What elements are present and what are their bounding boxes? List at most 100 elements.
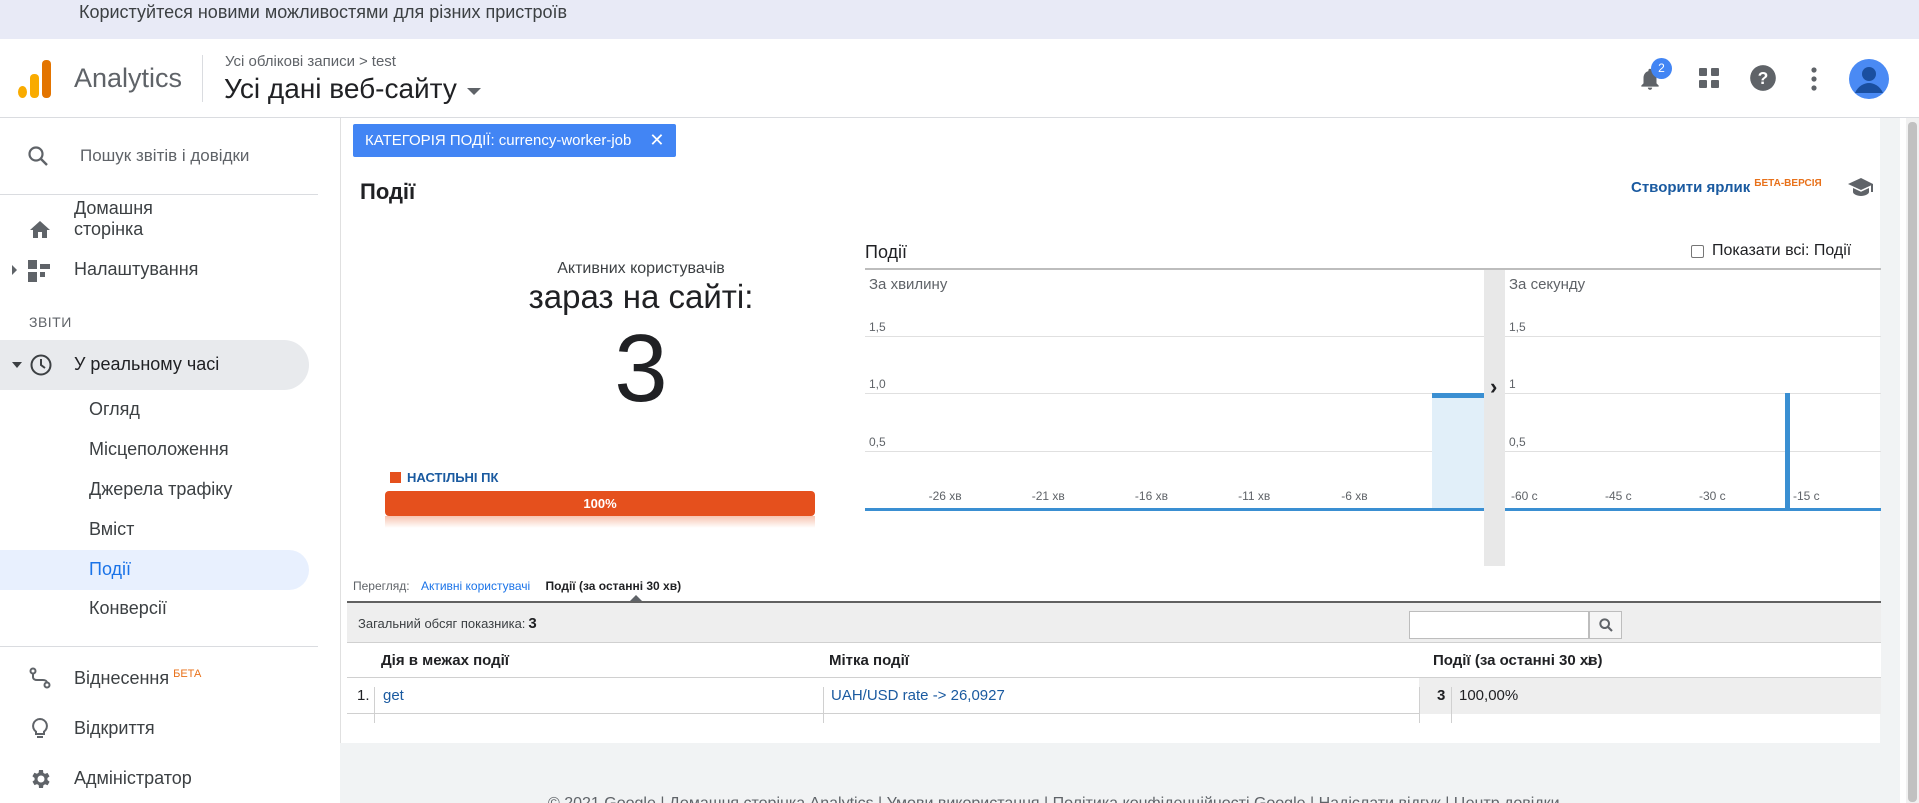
close-icon[interactable]: ✕ — [649, 130, 664, 151]
column-header-label[interactable]: Мітка події — [829, 652, 909, 669]
x-tick-label: -6 хв — [1341, 489, 1368, 503]
apps-grid-icon[interactable] — [1697, 66, 1721, 90]
graduation-cap-icon[interactable] — [1847, 176, 1875, 203]
search-icon — [1598, 617, 1614, 638]
cell-separator — [1451, 687, 1452, 723]
per-minute-label: За хвилину — [869, 276, 948, 293]
banner-text: Користуйтеся новими можливостями для різ… — [79, 2, 568, 22]
column-header-action[interactable]: Дія в межах події — [381, 652, 509, 669]
sidebar: Пошук звітів і довідки Домашня сторінка … — [0, 118, 318, 803]
sidebar-item-home[interactable]: Домашня сторінка — [0, 198, 310, 262]
avatar[interactable] — [1849, 59, 1889, 99]
per-second-chart: За секунду 1,5 1 0,5 -60 с -45 с -30 с -15 с — [1505, 270, 1881, 566]
device-legend: НАСТІЛЬНІ ПК — [390, 470, 498, 485]
sidebar-item-realtime[interactable]: У реальному часі — [0, 340, 309, 390]
y-tick-label: 0,5 — [869, 434, 886, 449]
x-tick-label: -45 с — [1605, 489, 1632, 503]
table-search-button[interactable] — [1589, 611, 1622, 639]
property-selector[interactable]: Усі дані веб-сайту — [224, 73, 481, 105]
main-area: КАТЕГОРІЯ ПОДІЇ: currency-worker-job ✕ П… — [340, 118, 1900, 803]
table-total-row: Загальний обсяг показника: 3 — [347, 601, 1881, 643]
page-title: Події — [360, 179, 416, 204]
more-vert-icon[interactable] — [1804, 66, 1824, 92]
x-tick-label: -21 хв — [1031, 489, 1065, 503]
x-tick-label: -16 хв — [1134, 489, 1168, 503]
scrollbar-thumb[interactable] — [1908, 122, 1917, 802]
sidebar-subitem-conversions[interactable]: Конверсії — [89, 598, 167, 619]
promo-banner[interactable]: Користуйтеся новими можливостями для різ… — [0, 0, 1919, 39]
breadcrumb[interactable]: Усі облікові записи > test — [225, 53, 396, 70]
sidebar-item-discover-label: Відкриття — [74, 718, 155, 738]
sidebar-item-discover[interactable]: Відкриття — [0, 712, 310, 748]
view-option-events[interactable]: Події (за останні 30 хв) — [546, 579, 682, 593]
chart-baseline — [1505, 508, 1881, 511]
total-value: 3 — [528, 615, 537, 632]
sidebar-subitem-traffic-sources[interactable]: Джерела трафіку — [89, 479, 232, 500]
active-users-label: Активних користувачів — [557, 260, 725, 277]
y-tick-label: 0,5 — [1509, 434, 1526, 449]
reports-section-label: ЗВІТИ — [29, 314, 72, 330]
gridline — [865, 393, 1484, 394]
help-icon[interactable]: ? — [1749, 64, 1777, 92]
beta-badge: БЕТА — [173, 668, 202, 680]
sidebar-item-attribution[interactable]: Віднесення БЕТА — [0, 662, 310, 698]
analytics-logo-icon[interactable] — [18, 60, 52, 98]
sidebar-item-admin[interactable]: Адміністратор — [0, 762, 310, 798]
total-label: Загальний обсяг показника: — [358, 616, 526, 631]
logo-divider — [202, 55, 203, 102]
view-switcher: Перегляд: Активні користувачі Події (за … — [353, 579, 681, 593]
footer-text[interactable]: © 2021 Google | Домашня сторінка Analyti… — [548, 795, 1560, 803]
cell-separator — [1419, 687, 1420, 723]
filter-chip[interactable]: КАТЕГОРІЯ ПОДІЇ: currency-worker-job ✕ — [353, 124, 677, 157]
per-second-label: За секунду — [1509, 276, 1586, 293]
create-shortcut-link[interactable]: Створити ярлик БЕТА-ВЕРСІЯ — [1631, 178, 1822, 196]
attribution-text: Віднесення — [74, 668, 170, 688]
sidebar-divider — [0, 194, 318, 195]
lightbulb-icon — [28, 717, 52, 746]
sidebar-subitem-overview[interactable]: Огляд — [89, 399, 140, 420]
row-percent: 100,00% — [1459, 687, 1519, 704]
breadcrumb-root[interactable]: Усі облікові записи — [225, 53, 355, 70]
sidebar-item-settings[interactable]: Налаштування — [0, 256, 310, 288]
row-action-link[interactable]: get — [383, 687, 404, 704]
breadcrumb-separator: > — [359, 53, 368, 70]
sidebar-subitem-content[interactable]: Вміст — [89, 519, 134, 540]
y-tick-label: 1,5 — [1509, 319, 1526, 334]
gridline — [1505, 393, 1881, 394]
sidebar-subitem-locations[interactable]: Місцеположення — [89, 439, 229, 460]
sidebar-subitem-events[interactable]: Події — [89, 559, 131, 580]
gridline — [1505, 335, 1881, 337]
sidebar-item-admin-label: Адміністратор — [74, 768, 192, 788]
chevron-right-icon[interactable]: › — [1490, 374, 1497, 400]
report-content: КАТЕГОРІЯ ПОДІЇ: currency-worker-job ✕ П… — [340, 118, 1881, 743]
chart-bar[interactable] — [1784, 393, 1790, 508]
device-swatch — [390, 472, 401, 483]
beta-version-badge: БЕТА-ВЕРСІЯ — [1754, 178, 1822, 189]
collapse-arrow-icon — [12, 362, 22, 368]
column-header-events[interactable]: Події (за останні 30 хв) — [1433, 652, 1602, 669]
active-users-headline: зараз на сайті: — [528, 278, 754, 315]
table-search-input[interactable] — [1409, 611, 1589, 639]
row-label-link[interactable]: UAH/USD rate -> 26,0927 — [831, 687, 1005, 704]
x-tick-label: -11 хв — [1238, 489, 1271, 503]
y-tick-label: 1,5 — [869, 319, 886, 334]
device-label: НАСТІЛЬНІ ПК — [407, 470, 499, 485]
checkbox-icon[interactable] — [1691, 244, 1704, 258]
per-minute-chart: За хвилину 1,5 1,0 0,5 -26 хв -21 хв -16 хв -1… — [865, 270, 1495, 566]
x-tick-label: -15 с — [1793, 489, 1820, 503]
breadcrumb-account[interactable]: test — [372, 53, 396, 70]
view-option-active-users[interactable]: Активні користувачі — [421, 579, 530, 593]
device-percent-bar: 100% — [385, 491, 815, 516]
report-search[interactable]: Пошук звітів і довідки — [0, 142, 318, 172]
table-row: 1. get UAH/USD rate -> 26,0927 3 100,00% — [347, 678, 1881, 723]
show-all-checkbox[interactable]: Показати всі: Події — [1691, 242, 1851, 260]
chart-pane-divider[interactable]: › — [1484, 270, 1505, 566]
footer: © 2021 Google | Домашня сторінка Analyti… — [340, 770, 1880, 803]
top-app-bar: Analytics Усі облікові записи > test Усі д… — [0, 39, 1919, 118]
sidebar-item-realtime-label: У реальному часі — [74, 354, 220, 374]
sort-arrow-icon[interactable]: ↓ — [1585, 650, 1594, 670]
app-name: Analytics — [74, 63, 183, 93]
y-tick-label: 1,0 — [869, 377, 886, 391]
table-header-row: Дія в межах події Мітка події Події (за … — [347, 643, 1881, 678]
scrollbar[interactable] — [1906, 118, 1919, 803]
